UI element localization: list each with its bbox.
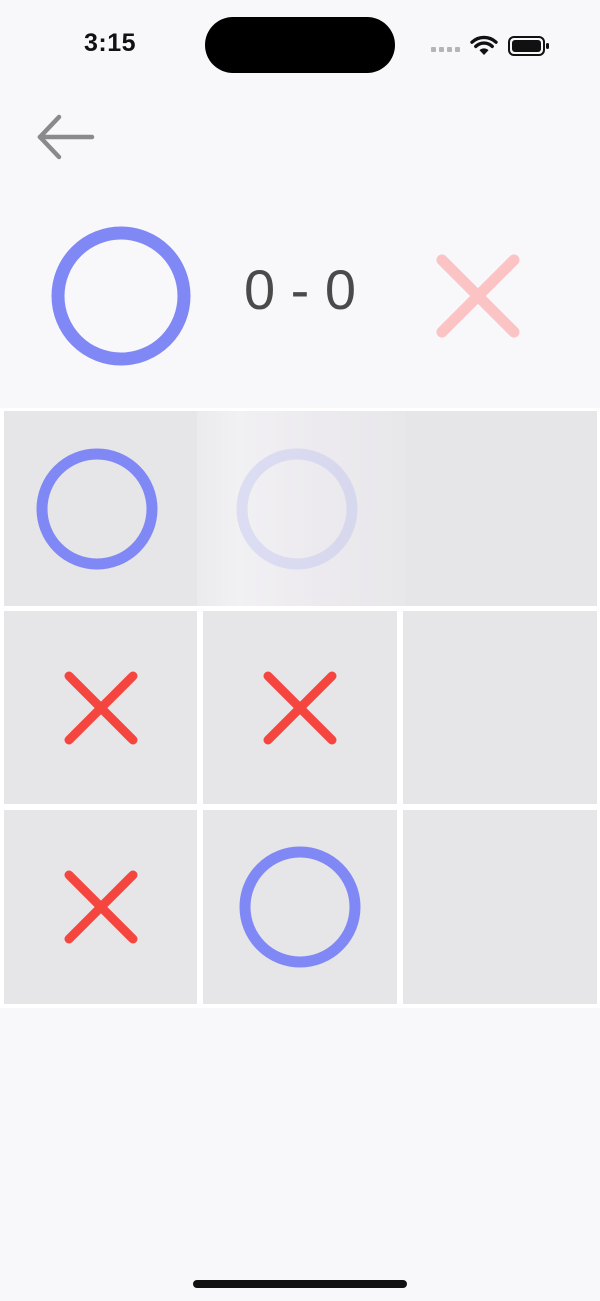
player-o-icon: [51, 226, 191, 366]
x-mark-icon: [263, 671, 337, 744]
board-cell-3[interactable]: [405, 411, 597, 606]
wifi-icon: [470, 35, 498, 55]
o-mark-icon: [236, 448, 358, 569]
board-cell-4[interactable]: [4, 611, 197, 804]
board-cell-5[interactable]: [203, 611, 397, 804]
board-cell-7[interactable]: [4, 810, 197, 1004]
board-cell-2[interactable]: [197, 411, 405, 606]
battery-icon: [508, 36, 549, 56]
dynamic-island: [205, 17, 395, 73]
cellular-signal-icon: [431, 47, 460, 52]
game-board: [0, 408, 600, 1008]
arrow-left-icon: [37, 114, 95, 160]
o-mark-icon: [36, 448, 157, 569]
status-bar: 3:15: [0, 0, 600, 90]
back-button[interactable]: [30, 108, 100, 168]
score-display: 0 - 0: [243, 258, 357, 321]
board-cell-1[interactable]: [4, 411, 197, 606]
x-mark-icon: [64, 870, 137, 944]
player-x-icon: [436, 254, 520, 338]
board-cell-8[interactable]: [203, 810, 397, 1004]
x-mark-icon: [64, 671, 137, 744]
status-time: 3:15: [84, 29, 137, 57]
home-indicator: [193, 1280, 407, 1288]
board-cell-6[interactable]: [403, 611, 597, 804]
board-cell-9[interactable]: [403, 810, 597, 1004]
o-mark-icon: [239, 846, 361, 968]
